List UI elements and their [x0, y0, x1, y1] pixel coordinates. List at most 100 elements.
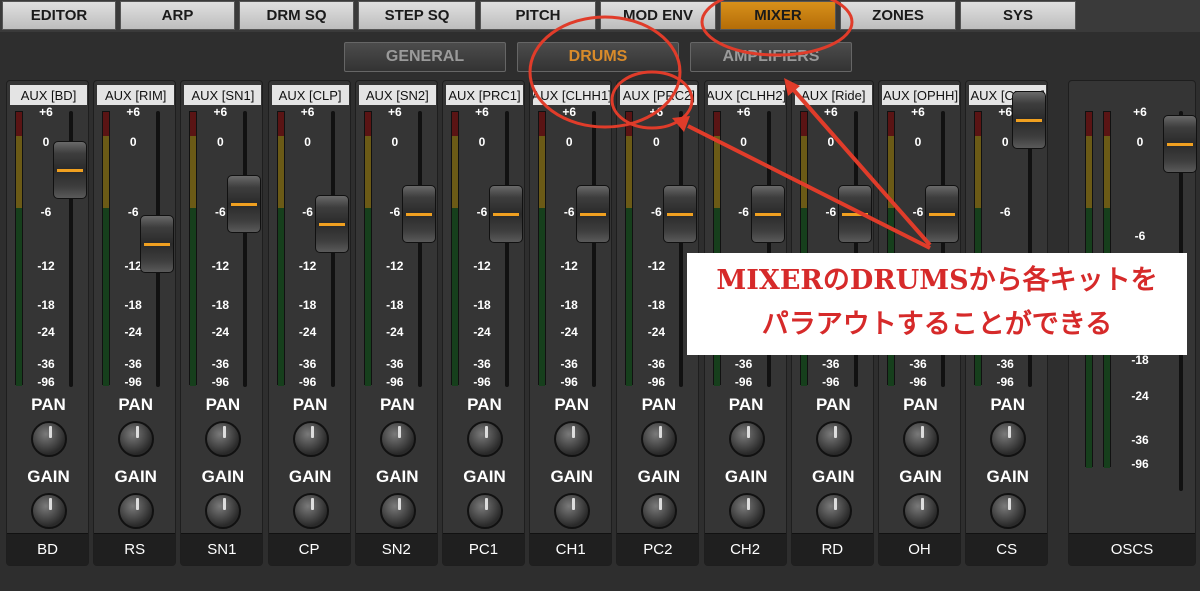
scale-label: -36 — [37, 357, 55, 371]
pan-knob[interactable] — [292, 421, 329, 457]
scale-label: 0 — [653, 135, 660, 149]
aux-output-select[interactable]: AUX [BD] — [10, 85, 87, 105]
aux-output-select[interactable]: AUX [Ride] — [794, 85, 872, 105]
knob-indicator — [833, 426, 837, 438]
gain-knob[interactable] — [903, 493, 939, 529]
knob-indicator — [833, 498, 837, 510]
volume-fader[interactable] — [401, 185, 436, 243]
gain-knob[interactable] — [292, 493, 329, 529]
gain-knob[interactable] — [554, 493, 591, 529]
tab-mixer[interactable]: MIXER — [720, 1, 836, 30]
pan-knob[interactable] — [554, 421, 591, 457]
osc-volume-fader[interactable] — [1163, 115, 1197, 173]
tab-zones[interactable]: ZONES — [840, 1, 956, 30]
fader-track — [592, 111, 597, 387]
gain-knob[interactable] — [379, 493, 416, 529]
pan-knob[interactable] — [641, 421, 678, 457]
aux-output-select[interactable]: AUX [SN2] — [358, 85, 436, 105]
tab-mod-env[interactable]: MOD ENV — [600, 1, 716, 30]
pan-knob[interactable] — [31, 421, 67, 457]
knob-indicator — [921, 498, 924, 510]
scale-label: -12 — [211, 259, 230, 273]
scale-label: -24 — [37, 325, 55, 339]
scale-label: 0 — [129, 135, 137, 149]
scale-label: -12 — [37, 259, 55, 273]
aux-output-select[interactable]: AUX [PRC2] — [620, 85, 698, 105]
scale-label: -6 — [40, 205, 52, 219]
gain-label: GAIN — [201, 467, 245, 486]
volume-fader[interactable] — [227, 175, 262, 233]
subtab-general[interactable]: GENERAL — [344, 42, 506, 72]
scale-label: -18 — [473, 298, 491, 312]
pan-knob[interactable] — [815, 421, 852, 457]
volume-fader[interactable] — [1012, 91, 1047, 149]
scale-label: 0 — [391, 135, 399, 149]
tab-editor[interactable]: EDITOR — [2, 1, 116, 30]
channel-name: CP — [268, 533, 350, 565]
knob-indicator — [49, 426, 52, 438]
tab-arp[interactable]: ARP — [120, 1, 235, 30]
scale-label: -96 — [996, 375, 1014, 389]
aux-output-select[interactable]: AUX [OPHH] — [882, 85, 959, 105]
channel-strip-ch1: AUX [CLHH1] +6 0 -6 -12 -18 -24 -36 -96 PAN GAIN CH… — [529, 80, 613, 566]
pan-knob[interactable] — [728, 421, 765, 457]
tab-step-sq[interactable]: STEP SQ — [358, 1, 476, 30]
pan-knob[interactable] — [379, 421, 416, 457]
gain-knob[interactable] — [31, 493, 67, 529]
scale-label: -18 — [560, 298, 578, 312]
gain-knob[interactable] — [815, 493, 852, 529]
volume-fader[interactable] — [925, 185, 959, 243]
pan-knob[interactable] — [990, 421, 1027, 457]
volume-fader[interactable] — [314, 195, 349, 253]
volume-fader[interactable] — [53, 141, 87, 199]
pan-knob[interactable] — [467, 421, 503, 457]
volume-fader[interactable] — [489, 185, 523, 243]
knob-indicator — [310, 498, 314, 510]
volume-fader[interactable] — [140, 215, 175, 273]
knob-indicator — [136, 498, 140, 510]
tab-sys[interactable]: SYS — [960, 1, 1076, 30]
volume-fader[interactable] — [837, 185, 872, 243]
subtab-amplifiers[interactable]: AMPLIFIERS — [690, 42, 852, 72]
subtab-drums[interactable]: DRUMS — [517, 42, 679, 72]
fader-track — [417, 111, 422, 387]
aux-output-select[interactable]: AUX [RIM] — [97, 85, 175, 105]
aux-output-select[interactable]: AUX [CLHH1] — [533, 85, 611, 105]
tab-drm-sq[interactable]: DRM SQ — [239, 1, 354, 30]
gain-knob[interactable] — [990, 493, 1027, 529]
annotation-line-2: パラアウトすることができる — [761, 309, 1113, 340]
aux-output-select[interactable]: AUX [CLHH2] — [707, 85, 785, 105]
tab-pitch[interactable]: PITCH — [480, 1, 596, 30]
pan-knob[interactable] — [205, 421, 242, 457]
osc-scale-label: -24 — [1131, 389, 1149, 403]
gain-knob[interactable] — [118, 493, 155, 529]
scale-label: +6 — [562, 105, 577, 119]
osc-strip-name: OSCS — [1069, 533, 1195, 565]
pan-label: PAN — [554, 395, 589, 414]
aux-output-select[interactable]: AUX [CLP] — [271, 85, 349, 105]
volume-fader[interactable] — [576, 185, 611, 243]
knob-indicator — [397, 498, 401, 510]
scale-label: 0 — [304, 135, 311, 149]
scale-label: -36 — [560, 357, 578, 371]
scale-label: -24 — [124, 325, 142, 339]
gain-knob[interactable] — [467, 493, 503, 529]
scale-label: -96 — [386, 375, 404, 389]
pan-label: PAN — [815, 395, 851, 414]
volume-fader[interactable] — [750, 185, 785, 243]
gain-knob[interactable] — [641, 493, 678, 529]
aux-output-select[interactable]: AUX [SN1] — [184, 85, 262, 105]
gain-label: GAIN — [550, 467, 593, 486]
annotation-callout: MIXERのDRUMSから各キットを パラアウトすることができる — [687, 253, 1187, 355]
aux-output-select[interactable]: AUX [PRC1] — [446, 85, 523, 105]
scale-label: -18 — [124, 298, 142, 312]
pan-knob[interactable] — [903, 421, 939, 457]
knob-indicator — [1008, 426, 1012, 438]
channel-strip-sn2: AUX [SN2] +6 0 -6 -12 -18 -24 -36 -96 PAN GAIN SN2 — [354, 80, 438, 566]
gain-knob[interactable] — [205, 493, 242, 529]
pan-knob[interactable] — [118, 421, 155, 457]
gain-knob[interactable] — [728, 493, 765, 529]
volume-fader[interactable] — [663, 185, 698, 243]
pan-label: PAN — [728, 395, 764, 414]
channel-name: OH — [879, 533, 960, 565]
